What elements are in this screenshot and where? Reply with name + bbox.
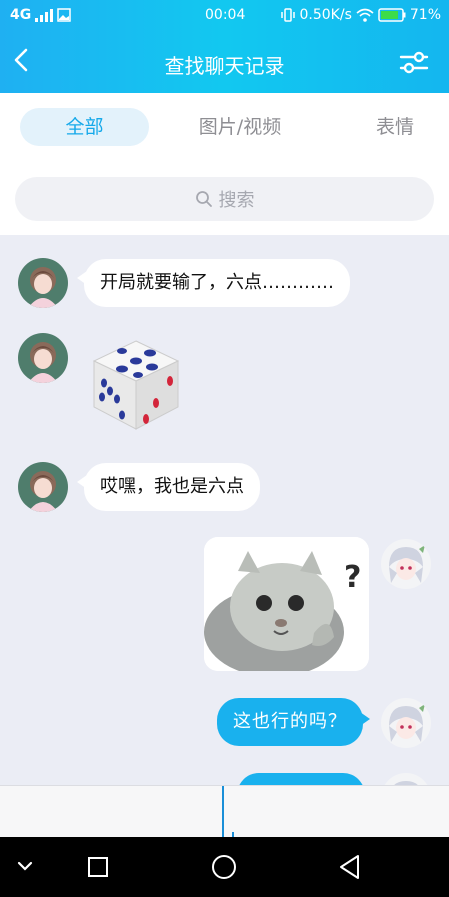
header: 4G 00:04 0.50K/s 71% 查找聊天记录 xyxy=(0,0,449,93)
titlebar: 查找聊天记录 xyxy=(0,34,449,90)
clock: 00:04 xyxy=(205,7,246,23)
search-placeholder: 搜索 xyxy=(218,190,255,211)
tab-images-videos[interactable]: 图片/视频 xyxy=(180,108,300,146)
my-avatar[interactable] xyxy=(381,698,431,748)
svg-text:?: ? xyxy=(344,560,361,595)
tab-stickers[interactable]: 表情 xyxy=(360,108,430,146)
avatar[interactable] xyxy=(18,258,68,308)
confused-cat-image: ? xyxy=(204,537,369,671)
status-bar: 4G 00:04 0.50K/s 71% xyxy=(0,0,449,32)
image-message[interactable]: ? xyxy=(204,537,369,671)
system-nav-bar xyxy=(0,837,449,897)
avatar[interactable] xyxy=(18,333,68,383)
nav-down-icon[interactable] xyxy=(16,859,34,873)
my-avatar[interactable] xyxy=(381,539,431,589)
search-icon xyxy=(195,191,212,207)
message-bubble[interactable]: 哎嘿，我也是六点 xyxy=(77,463,260,511)
network-speed: 0.50K/s xyxy=(299,7,352,23)
network-type: 4G xyxy=(10,7,32,23)
scroll-indicator xyxy=(222,786,224,838)
nav-back-icon[interactable] xyxy=(337,853,363,881)
gallery-notification-icon xyxy=(57,8,71,22)
vibrate-icon xyxy=(280,8,295,22)
chat-history[interactable]: 开局就要输了，六点………… 哎嘿，我也是六点 ? 这也行的吗？ xyxy=(0,235,449,785)
nav-recents-icon[interactable] xyxy=(86,855,110,879)
avatar[interactable] xyxy=(18,462,68,512)
search-section: 搜索 xyxy=(0,163,449,235)
input-area[interactable] xyxy=(0,785,449,838)
signal-icon xyxy=(35,9,54,22)
dice-sticker[interactable] xyxy=(88,337,184,433)
search-input[interactable]: 搜索 xyxy=(15,177,434,221)
tab-all[interactable]: 全部 xyxy=(20,108,149,146)
filter-sliders-icon[interactable] xyxy=(399,48,429,76)
my-avatar[interactable] xyxy=(381,773,431,785)
my-message-bubble[interactable] xyxy=(237,773,365,785)
battery-icon xyxy=(378,8,406,22)
tab-bar: 全部 图片/视频 表情 xyxy=(0,93,449,163)
battery-level: 71% xyxy=(409,7,441,23)
page-title: 查找聊天记录 xyxy=(164,54,285,78)
message-bubble[interactable]: 开局就要输了，六点………… xyxy=(77,259,350,307)
my-message-bubble[interactable]: 这也行的吗？ xyxy=(217,698,370,746)
wifi-icon xyxy=(356,8,374,22)
nav-home-icon[interactable] xyxy=(210,853,238,881)
